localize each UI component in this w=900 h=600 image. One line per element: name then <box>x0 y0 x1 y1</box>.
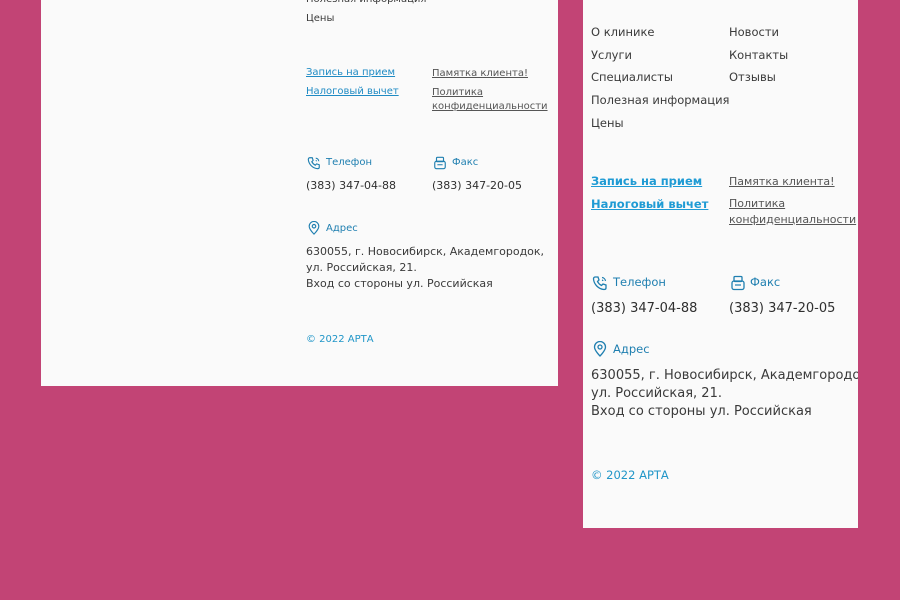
address-label: Адрес <box>613 342 650 356</box>
address-line-2: ул. Российская, 21. <box>591 386 722 401</box>
privacy-line-2: конфиденциальности <box>729 213 857 226</box>
nav-link-specialists[interactable]: Специалисты <box>591 70 673 84</box>
phone-value[interactable]: (383) 347-04-88 <box>306 179 396 192</box>
phone-label: Телефон <box>613 275 666 289</box>
fax-label: Факс <box>750 275 781 289</box>
phone-icon <box>592 275 608 291</box>
client-memo-link[interactable]: Памятка клиента! <box>729 174 835 190</box>
address-line-3: Вход со стороны ул. Российская <box>591 404 812 419</box>
nav-link-news[interactable]: Новости <box>729 25 779 39</box>
privacy-line-2: конфиденциальности <box>432 101 548 112</box>
location-pin-icon <box>307 221 321 235</box>
fax-value: (383) 347-20-05 <box>432 179 523 192</box>
privacy-line-1: Политика <box>729 197 786 210</box>
phone-label: Телефон <box>326 157 373 168</box>
nav-link-reviews[interactable]: Отзывы <box>729 70 776 84</box>
nav-link-services[interactable]: Услуги <box>591 48 632 62</box>
location-pin-icon <box>592 341 608 357</box>
fax-icon <box>433 156 447 170</box>
tax-deduction-link[interactable]: Налоговый вычет <box>591 197 708 211</box>
nav-link-contacts[interactable]: Контакты <box>729 48 788 62</box>
fax-icon <box>730 275 746 291</box>
address-text: 630055, г. Новосибирск, Академгородок, у… <box>591 367 858 421</box>
privacy-policy-link[interactable]: Политика конфиденциальности <box>432 86 548 114</box>
nav-link-info[interactable]: Полезная информация <box>306 0 426 5</box>
fax-label: Факс <box>452 157 479 168</box>
copyright: © 2022 АРТА <box>591 468 669 482</box>
footer-panel-right: О клинике Новости Услуги Контакты Специа… <box>583 0 858 528</box>
appointment-link[interactable]: Запись на прием <box>306 67 395 78</box>
address-text: 630055, г. Новосибирск, Академгородок, у… <box>306 244 544 292</box>
nav-link-about[interactable]: О клинике <box>591 25 655 39</box>
copyright: © 2022 АРТА <box>306 334 374 345</box>
fax-value: (383) 347-20-05 <box>729 301 836 316</box>
privacy-line-1: Политика <box>432 87 484 98</box>
address-label: Адрес <box>326 223 358 234</box>
tax-deduction-link[interactable]: Налоговый вычет <box>306 86 399 97</box>
address-line-1: 630055, г. Новосибирск, Академгородок, <box>591 368 858 383</box>
privacy-policy-link[interactable]: Политика конфиденциальности <box>729 196 856 228</box>
client-memo-link[interactable]: Памятка клиента! <box>432 67 528 81</box>
phone-icon <box>307 156 321 170</box>
address-line-1: 630055, г. Новосибирск, Академгородок, <box>306 245 545 258</box>
address-line-2: ул. Российская, 21. <box>306 261 417 274</box>
appointment-link[interactable]: Запись на прием <box>591 174 702 188</box>
nav-link-prices[interactable]: Цены <box>306 13 334 24</box>
phone-value[interactable]: (383) 347-04-88 <box>591 301 697 316</box>
nav-link-prices[interactable]: Цены <box>591 116 624 130</box>
nav-link-info[interactable]: Полезная информация <box>591 93 729 107</box>
footer-panel-left: Полезная информация Цены Запись на прием… <box>41 0 558 386</box>
address-line-3: Вход со стороны ул. Российская <box>306 277 493 290</box>
